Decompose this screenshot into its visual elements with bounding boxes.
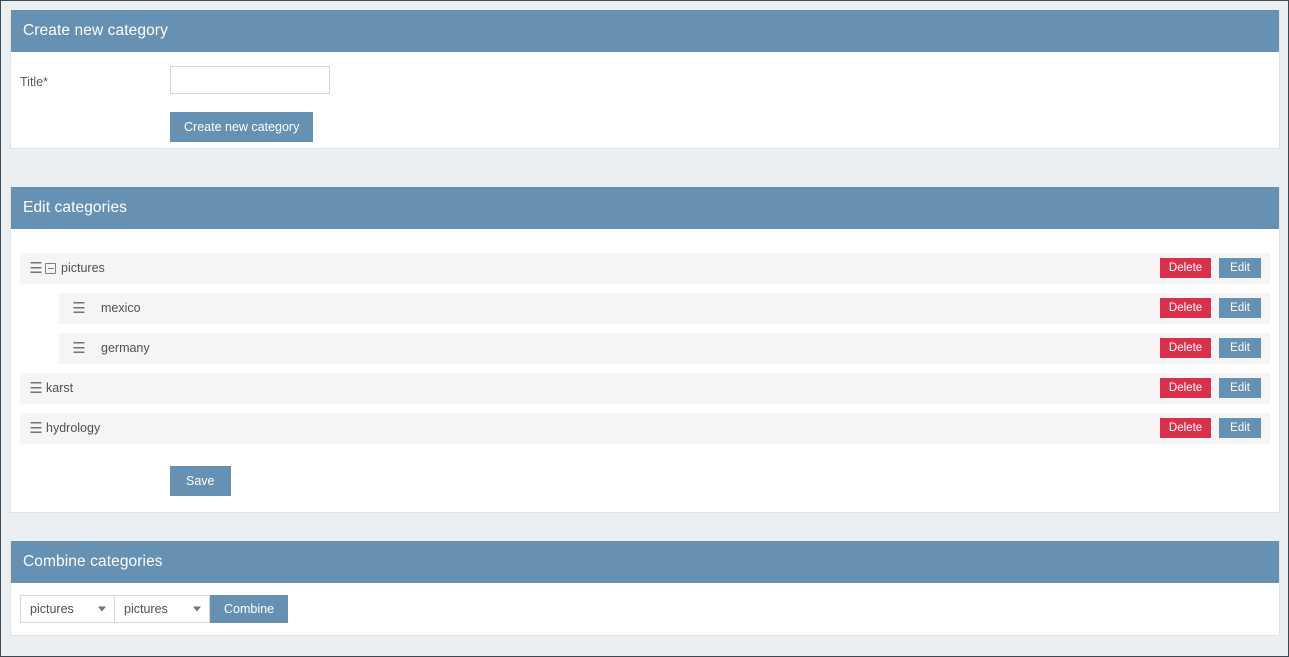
title-field-label: Title* [20, 74, 49, 89]
delete-button[interactable]: Delete [1159, 338, 1212, 358]
source-category-value: pictures [30, 601, 74, 616]
category-name: germany [101, 341, 150, 355]
drag-handle-icon[interactable]: ☰ [28, 381, 44, 396]
table-row[interactable]: ☰ hydrology Delete Edit [20, 412, 1270, 444]
row-actions: Delete Edit [1159, 378, 1261, 398]
drag-handle-icon[interactable]: ☰ [28, 421, 44, 436]
table-row[interactable]: ☰ karst Delete Edit [20, 372, 1270, 404]
combine-categories-heading: Combine categories [11, 541, 1279, 583]
category-name: hydrology [46, 421, 101, 435]
edit-categories-heading: Edit categories [11, 187, 1279, 229]
drag-handle-icon[interactable]: ☰ [28, 261, 44, 276]
table-row[interactable]: ☰ germany Delete Edit [59, 332, 1270, 364]
create-category-heading: Create new category [11, 10, 1279, 52]
collapse-minus-icon[interactable] [45, 262, 56, 274]
chevron-down-icon [193, 606, 201, 611]
combine-categories-panel: Combine categories pictures pictures Com… [10, 541, 1280, 636]
delete-button[interactable]: Delete [1159, 378, 1212, 398]
edit-button[interactable]: Edit [1219, 378, 1261, 398]
delete-button[interactable]: Delete [1159, 418, 1212, 438]
create-category-panel: Create new category Title* Create new ca… [10, 10, 1280, 149]
create-category-body: Title* Create new category [11, 51, 1279, 148]
chevron-down-icon [98, 606, 106, 611]
category-name: karst [46, 381, 74, 395]
drag-handle-icon[interactable]: ☰ [71, 301, 87, 316]
combine-button[interactable]: Combine [210, 594, 289, 623]
combine-categories-body: pictures pictures Combine [11, 582, 1279, 635]
delete-button[interactable]: Delete [1159, 258, 1212, 278]
edit-categories-panel: Edit categories ☰ pictures Delete Edit ☰… [10, 187, 1280, 513]
page-root: Create new category Title* Create new ca… [0, 0, 1289, 657]
table-row[interactable]: ☰ mexico Delete Edit [59, 292, 1270, 324]
title-input[interactable] [170, 65, 330, 94]
row-actions: Delete Edit [1159, 338, 1261, 358]
edit-button[interactable]: Edit [1219, 298, 1261, 318]
edit-button[interactable]: Edit [1219, 258, 1261, 278]
table-row[interactable]: ☰ pictures Delete Edit [20, 252, 1270, 284]
drag-handle-icon[interactable]: ☰ [71, 341, 87, 356]
delete-button[interactable]: Delete [1159, 298, 1212, 318]
save-button[interactable]: Save [170, 465, 231, 496]
category-name: mexico [101, 301, 141, 315]
edit-categories-body: ☰ pictures Delete Edit ☰ mexico Delete E… [11, 228, 1279, 512]
edit-button[interactable]: Edit [1219, 338, 1261, 358]
category-name: pictures [61, 261, 105, 275]
target-category-select[interactable]: pictures [115, 594, 210, 623]
row-actions: Delete Edit [1159, 298, 1261, 318]
edit-button[interactable]: Edit [1219, 418, 1261, 438]
create-category-button[interactable]: Create new category [170, 111, 314, 142]
row-actions: Delete Edit [1159, 418, 1261, 438]
target-category-value: pictures [124, 601, 168, 616]
row-actions: Delete Edit [1159, 258, 1261, 278]
source-category-select[interactable]: pictures [20, 594, 115, 623]
